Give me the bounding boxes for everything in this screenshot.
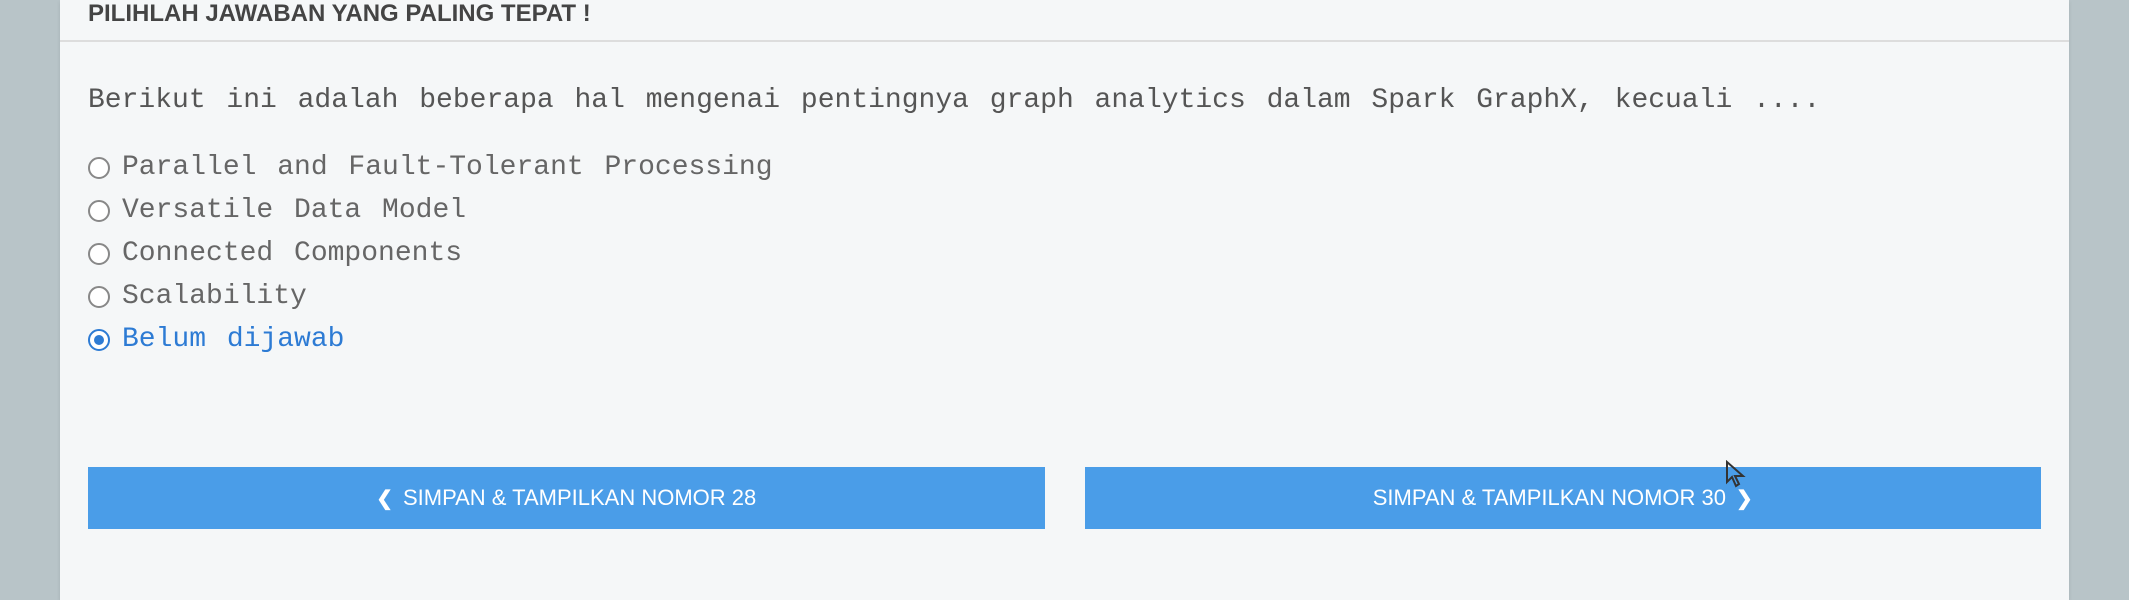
- chevron-right-icon: ❯: [1736, 486, 1753, 511]
- chevron-left-icon: ❮: [376, 486, 393, 511]
- radio-icon: [88, 200, 110, 222]
- option-label: Versatile Data Model: [122, 195, 466, 226]
- nav-buttons: ❮ SIMPAN & TAMPILKAN NOMOR 28 SIMPAN & T…: [60, 467, 2069, 541]
- next-button-label: SIMPAN & TAMPILKAN NOMOR 30: [1373, 485, 1726, 511]
- radio-icon: [88, 243, 110, 265]
- radio-icon: [88, 329, 110, 351]
- option-item-4[interactable]: Belum dijawab: [88, 324, 2041, 355]
- next-button[interactable]: SIMPAN & TAMPILKAN NOMOR 30 ❯: [1085, 467, 2042, 529]
- option-label: Scalability: [122, 281, 307, 312]
- option-item-2[interactable]: Connected Components: [88, 238, 2041, 269]
- prev-button[interactable]: ❮ SIMPAN & TAMPILKAN NOMOR 28: [88, 467, 1045, 529]
- question-text: Berikut ini adalah beberapa hal mengenai…: [60, 70, 2069, 152]
- quiz-container: PILIHLAH JAWABAN YANG PALING TEPAT ! Ber…: [60, 0, 2069, 600]
- option-item-3[interactable]: Scalability: [88, 281, 2041, 312]
- option-label: Connected Components: [122, 238, 462, 269]
- radio-icon: [88, 157, 110, 179]
- prev-button-label: SIMPAN & TAMPILKAN NOMOR 28: [403, 485, 756, 511]
- option-item-0[interactable]: Parallel and Fault-Tolerant Processing: [88, 152, 2041, 183]
- instruction-header: PILIHLAH JAWABAN YANG PALING TEPAT !: [60, 0, 2069, 42]
- radio-icon: [88, 286, 110, 308]
- option-label: Belum dijawab: [122, 324, 344, 355]
- options-list: Parallel and Fault-Tolerant Processing V…: [60, 152, 2069, 407]
- option-item-1[interactable]: Versatile Data Model: [88, 195, 2041, 226]
- option-label: Parallel and Fault-Tolerant Processing: [122, 152, 773, 183]
